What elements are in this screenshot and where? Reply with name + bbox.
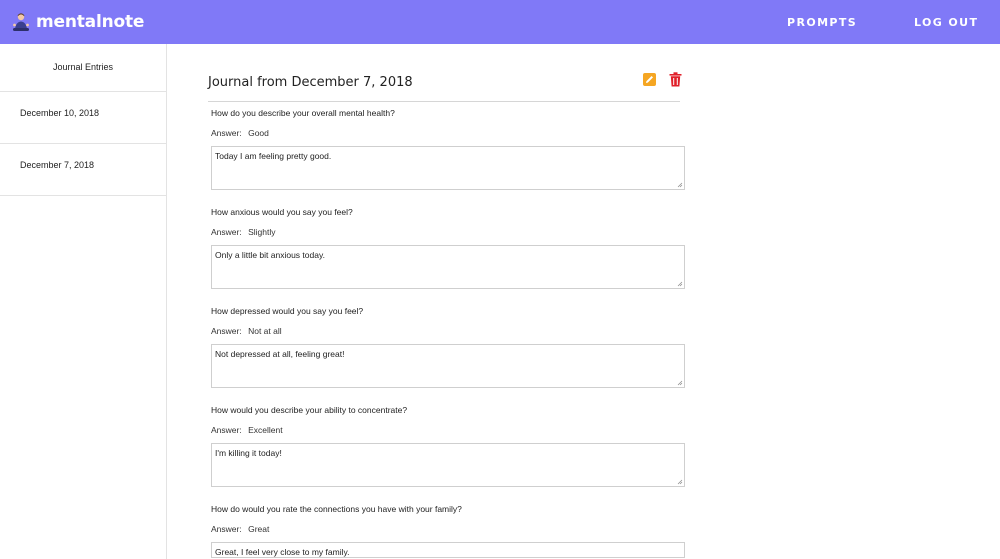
response-text: Not depressed at all, feeling great!: [215, 349, 345, 359]
question-text: How do you describe your overall mental …: [211, 108, 395, 118]
answer-row: Answer: Excellent: [211, 425, 687, 435]
journal-entry: How depressed would you say you feel? An…: [211, 306, 687, 388]
response-textarea[interactable]: I'm killing it today!: [211, 443, 685, 487]
response-textarea[interactable]: Great, I feel very close to my family.: [211, 542, 685, 558]
top-nav-bar: mentalnote PROMPTS LOG OUT: [0, 0, 1000, 44]
answer-value: Excellent: [248, 425, 283, 435]
edit-button[interactable]: [643, 73, 656, 86]
journal-entry: How would you describe your ability to c…: [211, 405, 687, 487]
response-textarea[interactable]: Only a little bit anxious today.: [211, 245, 685, 289]
journal-entry: How do you describe your overall mental …: [211, 108, 687, 190]
answer-label: Answer:: [211, 128, 242, 138]
response-textarea[interactable]: Not depressed at all, feeling great!: [211, 344, 685, 388]
title-divider: [208, 101, 680, 102]
answer-label: Answer:: [211, 425, 242, 435]
question-text: How depressed would you say you feel?: [211, 306, 364, 316]
brand-logo[interactable]: mentalnote: [12, 10, 144, 34]
resize-handle-icon[interactable]: [677, 479, 683, 485]
answer-value: Great: [248, 524, 270, 534]
question-text: How anxious would you say you feel?: [211, 207, 353, 217]
pencil-icon: [646, 76, 653, 83]
sidebar: Journal Entries December 10, 2018 Decemb…: [0, 44, 167, 559]
answer-row: Answer: Good: [211, 128, 687, 138]
answer-label: Answer:: [211, 524, 242, 534]
question-text: How do would you rate the connections yo…: [211, 504, 462, 514]
resize-handle-icon[interactable]: [677, 380, 683, 386]
brand-name: mentalnote: [36, 12, 145, 32]
answer-label: Answer:: [211, 227, 242, 237]
sidebar-header: Journal Entries: [0, 44, 166, 92]
response-text: I'm killing it today!: [215, 448, 282, 458]
sidebar-item-december-7-2018[interactable]: December 7, 2018: [0, 144, 166, 196]
response-textarea[interactable]: Today I am feeling pretty good.: [211, 146, 685, 190]
sidebar-item-december-10-2018[interactable]: December 10, 2018: [0, 92, 166, 144]
delete-button[interactable]: [669, 72, 682, 87]
response-text: Great, I feel very close to my family.: [215, 547, 350, 557]
response-text: Today I am feeling pretty good.: [215, 151, 332, 161]
response-text: Only a little bit anxious today.: [215, 250, 325, 260]
nav-prompts-link[interactable]: PROMPTS: [787, 16, 857, 29]
journal-entry: How do would you rate the connections yo…: [211, 504, 687, 558]
answer-row: Answer: Slightly: [211, 227, 687, 237]
journal-entry: How anxious would you say you feel? Answ…: [211, 207, 687, 289]
trash-icon: [669, 72, 682, 87]
person-meditation-icon: [12, 12, 30, 32]
resize-handle-icon[interactable]: [677, 182, 683, 188]
answer-label: Answer:: [211, 326, 242, 336]
answer-row: Answer: Not at all: [211, 326, 687, 336]
question-text: How would you describe your ability to c…: [211, 405, 408, 415]
answer-value: Slightly: [248, 227, 276, 237]
answer-row: Answer: Great: [211, 524, 687, 534]
nav-logout-link[interactable]: LOG OUT: [914, 16, 978, 29]
answer-value: Good: [248, 128, 269, 138]
answer-value: Not at all: [248, 326, 282, 336]
page-title: Journal from December 7, 2018: [208, 75, 413, 90]
resize-handle-icon[interactable]: [677, 281, 683, 287]
